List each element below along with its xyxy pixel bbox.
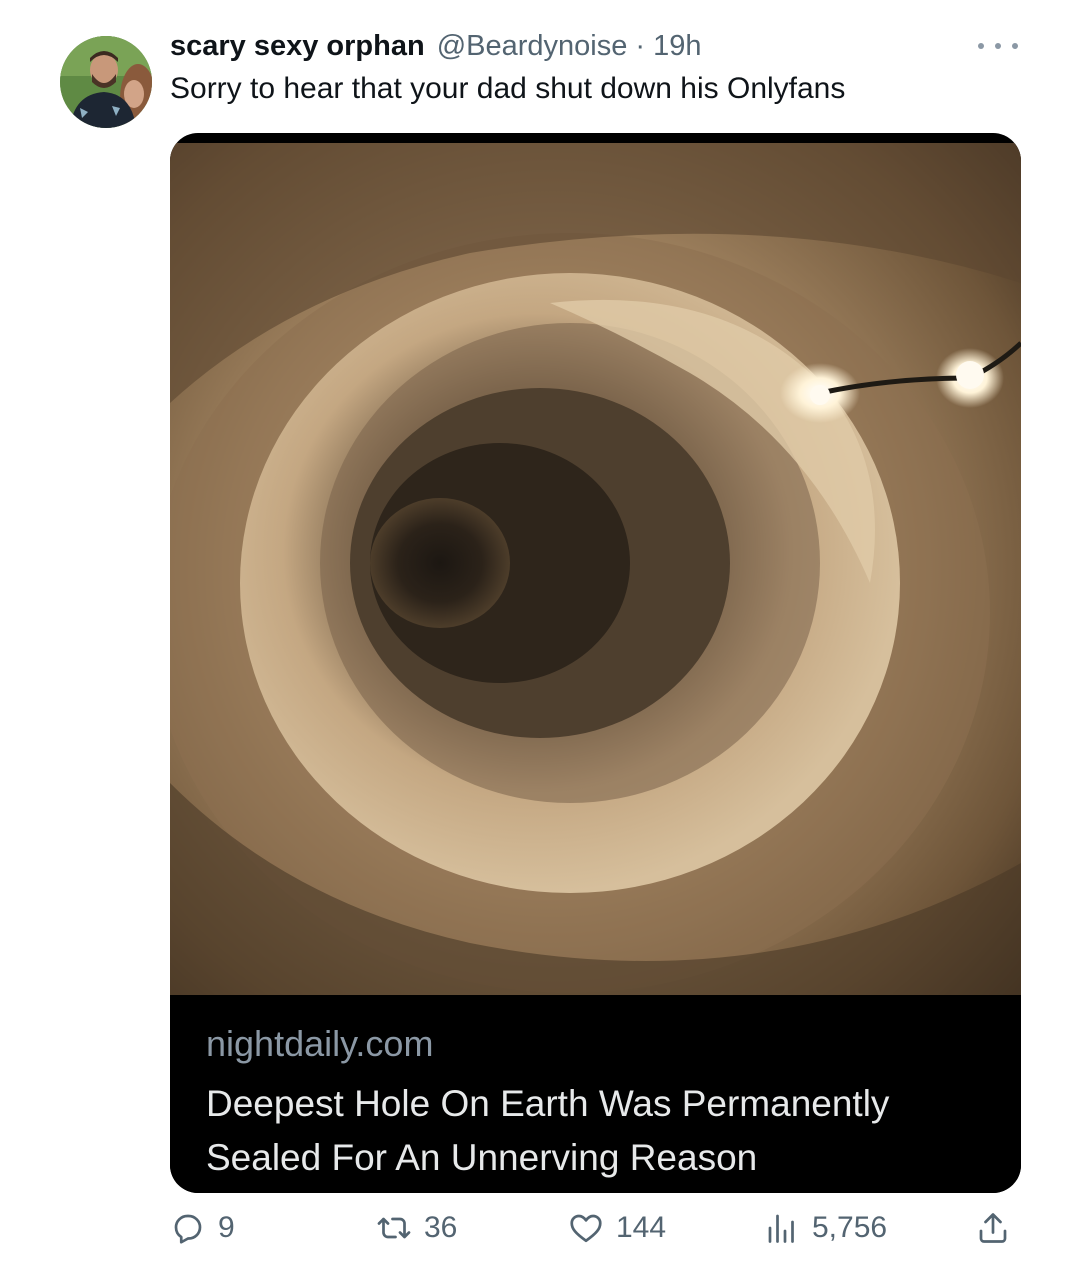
like-icon (570, 1214, 602, 1243)
handle-and-time[interactable]: @Beardynoise · 19h (437, 30, 702, 63)
avatar[interactable] (60, 36, 152, 128)
repost-button[interactable]: 36 (376, 1210, 457, 1246)
views-icon (768, 1214, 794, 1243)
link-card[interactable]: nightdaily.com Deepest Hole On Earth Was… (170, 133, 1021, 1193)
repost-count: 36 (424, 1211, 458, 1244)
views-count: 5,756 (812, 1211, 888, 1244)
card-image (170, 143, 1021, 995)
card-domain: nightdaily.com (206, 1023, 434, 1064)
avatar-image (60, 36, 152, 128)
repost-icon (377, 1217, 411, 1239)
tweet-header: scary sexy orphan @Beardynoise · 19h (170, 30, 1020, 70)
more-dot (978, 43, 984, 49)
share-icon (979, 1213, 1007, 1243)
more-dot (1012, 43, 1018, 49)
like-button[interactable]: 144 (568, 1210, 666, 1246)
views-button[interactable]: 5,756 (764, 1210, 887, 1246)
reply-icon (174, 1214, 202, 1244)
tweet-text: Sorry to hear that your dad shut down hi… (170, 72, 846, 105)
action-bar: 9 36 144 5,756 (170, 1210, 1021, 1260)
more-icon[interactable] (978, 36, 1018, 56)
tweet: scary sexy orphan @Beardynoise · 19h Sor… (0, 0, 1080, 1287)
share-button[interactable] (975, 1210, 1011, 1246)
reply-button[interactable]: 9 (170, 1210, 235, 1246)
more-dot (995, 43, 1001, 49)
reply-count: 9 (218, 1211, 235, 1244)
card-info: nightdaily.com Deepest Hole On Earth Was… (170, 995, 1021, 1193)
display-name[interactable]: scary sexy orphan (170, 30, 425, 63)
card-headline: Deepest Hole On Earth Was Permanently Se… (206, 1083, 890, 1178)
like-count: 144 (616, 1211, 667, 1244)
